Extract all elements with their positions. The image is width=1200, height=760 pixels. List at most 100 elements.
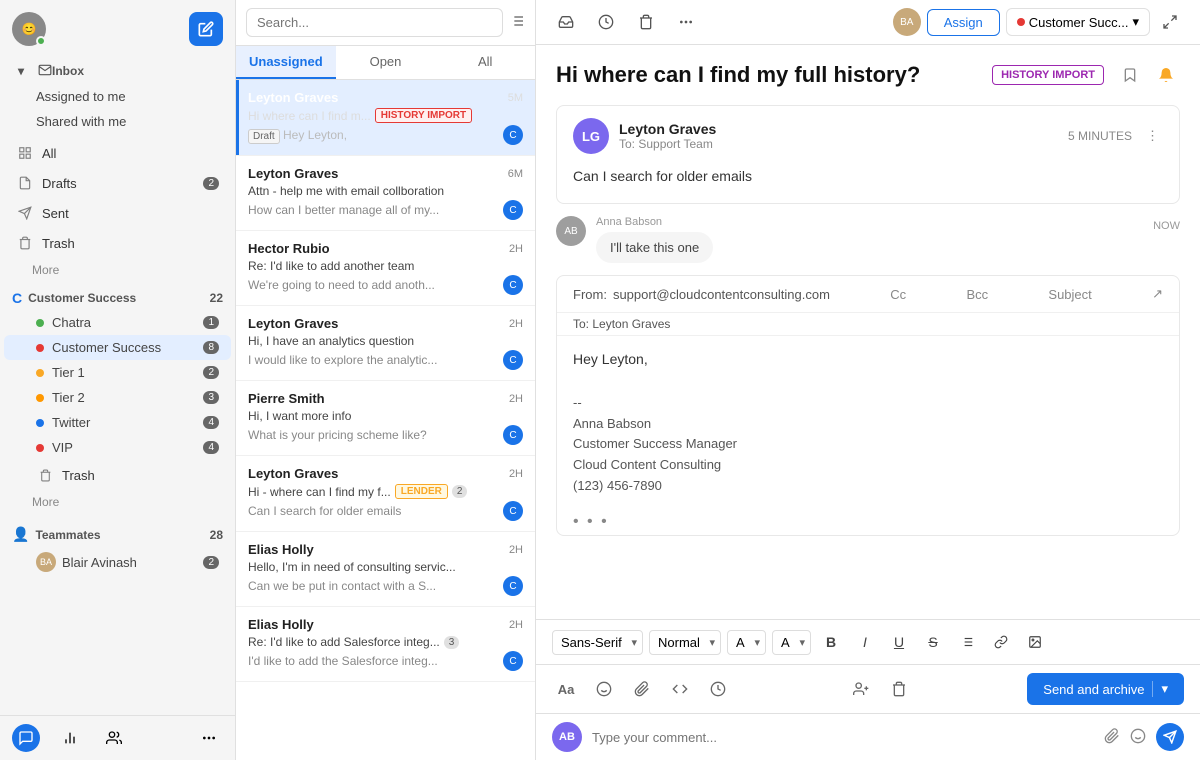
- all-label: All: [42, 146, 219, 161]
- sidebar-item-twitter[interactable]: Twitter 4: [4, 410, 231, 435]
- list-button[interactable]: [953, 628, 981, 656]
- conversation-item[interactable]: Leyton Graves 5M Hi where can I find m..…: [236, 80, 535, 156]
- emoji-icon[interactable]: [590, 675, 618, 703]
- underline-button[interactable]: U: [885, 628, 913, 656]
- selected-indicator: [236, 80, 239, 155]
- conversation-item[interactable]: Leyton Graves 2H Hi, I have an analytics…: [236, 306, 535, 381]
- note-avatar: AB: [556, 216, 586, 246]
- image-button[interactable]: [1021, 628, 1049, 656]
- conversation-item[interactable]: Elias Holly 2H Re: I'd like to add Sales…: [236, 607, 535, 682]
- subject-button[interactable]: Subject: [1048, 287, 1091, 302]
- bg-color-select[interactable]: A: [772, 630, 811, 655]
- clock-icon-btn[interactable]: [592, 8, 620, 36]
- bcc-button[interactable]: Bcc: [966, 287, 988, 302]
- conversation-item[interactable]: Elias Holly 2H Hello, I'm in need of con…: [236, 532, 535, 607]
- bookmark-icon[interactable]: [1116, 61, 1144, 89]
- sidebar-item-all[interactable]: All: [4, 138, 231, 168]
- conv-name: Pierre Smith: [248, 391, 325, 406]
- sidebar-item-chatra[interactable]: Chatra 1: [4, 310, 231, 335]
- reply-body: Hey Leyton, -- Anna Babson Customer Succ…: [557, 336, 1179, 509]
- compose-button[interactable]: [189, 12, 223, 46]
- inbox-header[interactable]: ▾ Inbox: [0, 54, 235, 84]
- conversation-item[interactable]: Hector Rubio 2H Re: I'd like to add anot…: [236, 231, 535, 306]
- trash-compose-icon[interactable]: [885, 675, 913, 703]
- sidebar-item-assigned-to-me[interactable]: Assigned to me: [4, 84, 231, 109]
- comment-input[interactable]: [592, 730, 1094, 745]
- sidebar-item-blair[interactable]: BA Blair Avinash 2: [4, 547, 231, 577]
- message-avatar: LG: [573, 118, 609, 154]
- send-and-archive-button[interactable]: Send and archive ▾: [1027, 673, 1184, 705]
- expand-icon-btn[interactable]: [1156, 8, 1184, 36]
- send-archive-chevron[interactable]: ▾: [1152, 681, 1168, 697]
- sidebar-more[interactable]: More: [0, 258, 235, 282]
- sidebar-item-shared-with-me[interactable]: Shared with me: [4, 109, 231, 134]
- tier2-badge: 3: [203, 391, 219, 404]
- italic-button[interactable]: I: [851, 628, 879, 656]
- tier1-dot: [36, 369, 44, 377]
- conversation-item[interactable]: Pierre Smith 2H Hi, I want more info Wha…: [236, 381, 535, 456]
- reply-to-row: To: Leyton Graves: [557, 313, 1179, 336]
- tab-open[interactable]: Open: [336, 46, 436, 79]
- conversation-content: Hi where can I find my full history? HIS…: [536, 45, 1200, 619]
- sidebar-item-trash2[interactable]: Trash: [4, 460, 231, 490]
- font-select[interactable]: Sans-Serif: [552, 630, 643, 655]
- text-size-icon[interactable]: Aa: [552, 675, 580, 703]
- inbox-dropdown[interactable]: Customer Succ... ▾: [1006, 8, 1150, 36]
- conversation-item[interactable]: Leyton Graves 6M Attn - help me with ema…: [236, 156, 535, 231]
- more-options-btn[interactable]: [672, 8, 700, 36]
- conv-preview-text: What is your pricing scheme like?: [248, 428, 427, 442]
- reply-ellipsis[interactable]: • • •: [557, 509, 1179, 535]
- bell-icon[interactable]: [1152, 61, 1180, 89]
- send-comment-button[interactable]: [1156, 723, 1184, 751]
- teammates-header[interactable]: 👤 Teammates 28: [0, 518, 235, 547]
- cc-button[interactable]: Cc: [890, 287, 906, 302]
- link-button[interactable]: [987, 628, 1015, 656]
- drafts-badge: 2: [203, 177, 219, 190]
- comment-attachment-icon[interactable]: [1104, 728, 1120, 747]
- time-icon[interactable]: [704, 675, 732, 703]
- expand-reply-icon[interactable]: ↗: [1152, 286, 1163, 302]
- size-select[interactable]: Normal: [649, 630, 721, 655]
- assign-button[interactable]: Assign: [927, 9, 1000, 36]
- customer-success-label: Customer Success: [28, 291, 136, 305]
- delete-icon-btn[interactable]: [632, 8, 660, 36]
- customer-success-header[interactable]: C Customer Success 22: [0, 282, 235, 310]
- contacts-icon[interactable]: [100, 724, 128, 752]
- message-menu-icon[interactable]: ⋮: [1142, 124, 1163, 148]
- sidebar-item-tier1[interactable]: Tier 1 2: [4, 360, 231, 385]
- conversation-item[interactable]: Leyton Graves 2H Hi - where can I find m…: [236, 456, 535, 532]
- chat-icon[interactable]: [12, 724, 40, 752]
- history-import-badge: HISTORY IMPORT: [992, 65, 1104, 85]
- more-options-icon[interactable]: [195, 724, 223, 752]
- sidebar-item-drafts[interactable]: Drafts 2: [4, 168, 231, 198]
- sidebar-item-tier2[interactable]: Tier 2 3: [4, 385, 231, 410]
- add-contact-icon[interactable]: [847, 675, 875, 703]
- sidebar-item-vip[interactable]: VIP 4: [4, 435, 231, 460]
- tab-unassigned[interactable]: Unassigned: [236, 46, 336, 79]
- strikethrough-button[interactable]: S: [919, 628, 947, 656]
- text-color-select[interactable]: A: [727, 630, 766, 655]
- comment-emoji-icon[interactable]: [1130, 728, 1146, 747]
- blair-avatar: BA: [36, 552, 56, 572]
- sidebar-item-sent[interactable]: Sent: [4, 198, 231, 228]
- search-input[interactable]: [246, 8, 503, 37]
- snippet-icon[interactable]: [666, 675, 694, 703]
- bold-button[interactable]: B: [817, 628, 845, 656]
- conv-preview-text: Hey Leyton,: [283, 128, 347, 142]
- inbox-icon-btn[interactable]: [552, 8, 580, 36]
- sidebar-item-customer-success[interactable]: Customer Success 8: [4, 335, 231, 360]
- twitter-dot: [36, 419, 44, 427]
- sort-icon[interactable]: [509, 13, 525, 32]
- tab-all[interactable]: All: [435, 46, 535, 79]
- chart-icon[interactable]: [56, 724, 84, 752]
- note-section: AB Anna Babson I'll take this one NOW: [556, 216, 1180, 263]
- message-text: Can I search for older emails: [573, 168, 752, 184]
- attachment-icon[interactable]: [628, 675, 656, 703]
- message-to: To: Support Team: [619, 137, 1058, 151]
- sidebar-item-trash[interactable]: Trash: [4, 228, 231, 258]
- conv-time: 6M: [508, 168, 523, 180]
- note-text: I'll take this one: [596, 232, 713, 263]
- conversation-list-panel: Unassigned Open All Leyton Graves 5M Hi …: [236, 0, 536, 760]
- sidebar-more2[interactable]: More: [0, 490, 235, 514]
- twitter-badge: 4: [203, 416, 219, 429]
